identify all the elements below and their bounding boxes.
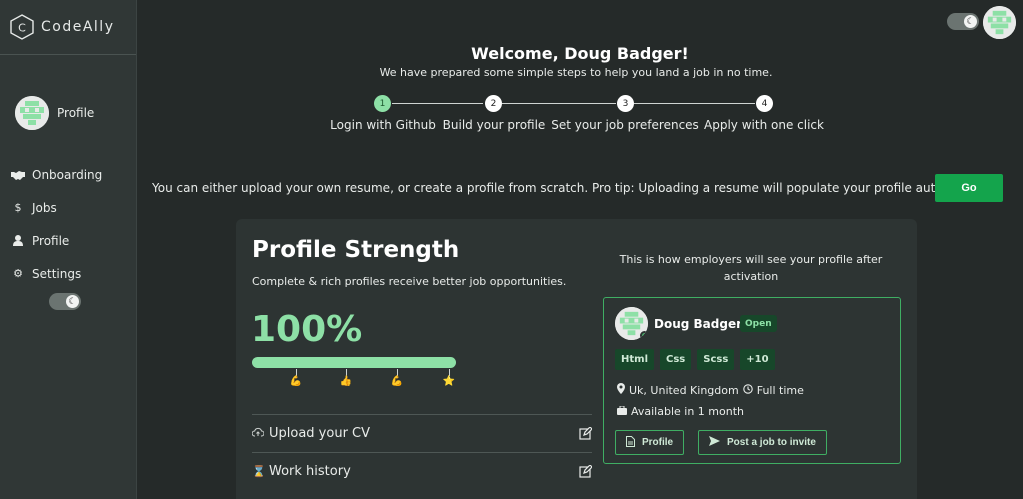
star-icon: ⭐ (442, 376, 456, 387)
candidate-location: Uk, United Kingdom (629, 383, 739, 397)
flex-icon: 💪 (390, 376, 404, 387)
step-2-label: Build your profile (442, 118, 546, 132)
sidebar-item-settings[interactable]: ⚙ Settings (0, 257, 137, 290)
hourglass-icon: ⌛ (252, 465, 266, 478)
step-3-indicator: 3 (617, 95, 634, 112)
step-4-label: Apply with one click (704, 118, 824, 132)
status-badge: Open (740, 315, 777, 332)
profile-strength-bar (252, 357, 456, 368)
skill-tag: Scss (697, 349, 735, 370)
candidate-name: Doug Badger (654, 317, 742, 331)
sidebar-item-profile[interactable]: Profile (0, 224, 137, 257)
step-connector (634, 103, 755, 104)
page-subtitle: We have prepared some simple steps to he… (379, 66, 773, 79)
sidebar-item-onboarding[interactable]: Onboarding (0, 158, 137, 191)
section-work-history[interactable]: ⌛ Work history (252, 452, 593, 490)
skill-tag: Css (660, 349, 692, 370)
send-icon (709, 436, 720, 449)
user-avatar-menu[interactable] (983, 6, 1016, 39)
step-3-label: Set your job preferences (551, 118, 699, 132)
theme-toggle-top[interactable]: ☾ (947, 13, 979, 30)
clock-icon (742, 383, 753, 397)
sidebar-item-label: Profile (32, 233, 70, 248)
view-profile-button[interactable]: Profile (615, 430, 685, 455)
milestone-4: ⭐ (442, 369, 456, 388)
section-label: Upload your CV (269, 426, 371, 441)
moon-icon: ☾ (964, 15, 977, 28)
post-job-invite-button[interactable]: Post a job to invite (698, 430, 827, 455)
sidebar-item-label: Jobs (32, 200, 57, 215)
dollar-icon: $ (14, 201, 22, 214)
candidate-job-type: Full time (756, 383, 804, 397)
sidebar-nav: Onboarding $ Jobs Profile ⚙ Settings (0, 158, 137, 290)
handshake-icon (11, 170, 25, 180)
milestone-2: 👍 (339, 369, 353, 388)
profile-strength-bar-fill (252, 357, 456, 368)
gear-icon: ⚙ (13, 267, 23, 280)
app-name: CodeAlly (41, 19, 115, 35)
profile-strength-subtitle: Complete & rich profiles receive better … (252, 275, 567, 288)
logo[interactable]: C CodeAlly (0, 0, 136, 55)
preview-caption: This is how employers will see your prof… (619, 253, 883, 283)
page-title: Welcome, Doug Badger! (471, 44, 689, 63)
candidate-availability: Available in 1 month (631, 405, 745, 418)
profile-strength-card: Profile Strength Complete & rich profile… (236, 219, 917, 499)
user-icon (11, 235, 25, 246)
skill-tag: Html (615, 349, 654, 370)
briefcase-icon (617, 405, 627, 418)
online-status-dot (640, 331, 648, 340)
candidate-details: Uk, United Kingdom Full time (617, 383, 804, 397)
step-4-indicator: 4 (756, 95, 773, 112)
svg-text:C: C (18, 22, 26, 35)
cloud-upload-icon (251, 427, 268, 440)
step-2-indicator: 2 (485, 95, 502, 112)
onboarding-stepper: 1 2 3 4 Login with Github Build your pro… (0, 95, 1023, 135)
section-upload-cv[interactable]: Upload your CV (251, 414, 593, 452)
theme-toggle[interactable]: ☾ (49, 293, 81, 310)
section-label: Work history (269, 464, 351, 479)
profile-strength-percent: 100% (251, 309, 363, 350)
resume-tip: You can either upload your own resume, o… (152, 181, 1003, 195)
post-job-invite-label: Post a job to invite (727, 437, 816, 448)
flex-icon: 💪 (289, 376, 303, 387)
moon-icon: ☾ (66, 295, 79, 308)
location-pin-icon (617, 383, 625, 397)
sidebar-item-jobs[interactable]: $ Jobs (0, 191, 137, 224)
step-connector (502, 103, 616, 104)
go-button[interactable]: Go (935, 174, 1003, 202)
milestone-3: 💪 (390, 369, 404, 388)
thumbs-up-icon: 👍 (339, 376, 353, 387)
candidate-availability-row: Available in 1 month (617, 405, 744, 418)
view-profile-label: Profile (642, 437, 674, 448)
edit-icon[interactable] (579, 426, 593, 440)
step-1-indicator: 1 (374, 95, 391, 112)
profile-preview-card: Doug Badger Open Html Css Scss +10 Uk, U… (603, 297, 901, 464)
profile-strength-title: Profile Strength (252, 237, 460, 263)
sidebar-item-label: Settings (32, 266, 82, 281)
document-icon (626, 435, 635, 450)
step-1-label: Login with Github (330, 118, 436, 132)
skill-tag-more[interactable]: +10 (740, 349, 775, 370)
sidebar-item-label: Onboarding (32, 167, 103, 182)
milestone-1: 💪 (289, 369, 303, 388)
skill-tags: Html Css Scss +10 (615, 349, 775, 370)
avatar (615, 307, 648, 340)
sidebar: C CodeAlly Profile Onboarding $ Jobs Pro… (0, 0, 137, 499)
edit-icon[interactable] (579, 464, 593, 478)
step-connector (392, 103, 483, 104)
codeally-logo-icon: C (9, 14, 35, 40)
